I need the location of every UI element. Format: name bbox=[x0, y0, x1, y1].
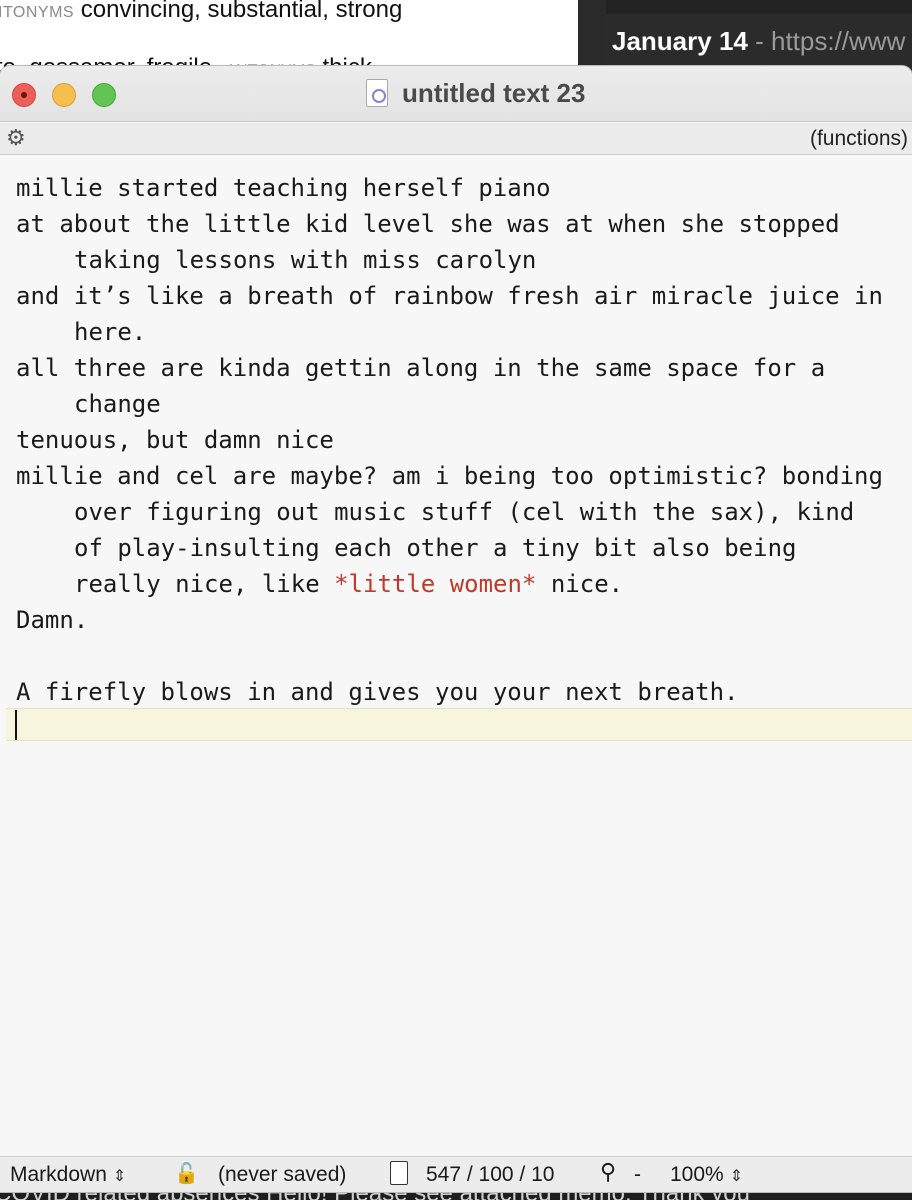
zoom-level-popup[interactable]: 100% ⇕ bbox=[670, 1163, 743, 1187]
minimize-button[interactable] bbox=[52, 83, 76, 107]
background-notes-window: January 14 - https://www bbox=[606, 0, 912, 70]
notes-entry[interactable]: January 14 - https://www bbox=[612, 26, 905, 57]
text-line: all three are kinda gettin along in the … bbox=[16, 354, 840, 418]
zoom-button[interactable] bbox=[92, 83, 116, 107]
text-line: millie and cel are maybe? am i being too… bbox=[16, 458, 896, 602]
text-line: and it’s like a breath of rainbow fresh … bbox=[16, 282, 898, 346]
zoom-out-button[interactable]: - bbox=[634, 1163, 641, 1187]
dictionary-line-1: ITONYMS convincing, substantial, strong bbox=[0, 0, 403, 23]
status-bar: Markdown ⇕ 🔓 (never saved) 547 / 100 / 10… bbox=[0, 1156, 912, 1192]
document-icon bbox=[390, 1161, 408, 1185]
syntax-mode-popup[interactable]: Markdown ⇕ bbox=[10, 1163, 126, 1187]
lock-icon[interactable]: 🔓 bbox=[174, 1161, 199, 1186]
title-bar[interactable]: untitled text 23 bbox=[0, 66, 912, 122]
chevron-updown-icon: ⇕ bbox=[112, 1168, 127, 1185]
magnifier-icon[interactable]: ⚲ bbox=[600, 1159, 616, 1185]
text-editor[interactable]: millie started teaching herself piano at… bbox=[0, 156, 912, 1154]
background-dictionary-window: ITONYMS convincing, substantial, strong … bbox=[0, 0, 578, 70]
functions-menu[interactable]: (functions) bbox=[810, 127, 908, 151]
text-line: Damn. bbox=[16, 606, 89, 634]
editor-toolbar: ⚙ (functions) bbox=[0, 123, 912, 155]
chevron-updown-icon: ⇕ bbox=[729, 1168, 744, 1185]
text-run: nice. bbox=[536, 570, 624, 598]
text-line: at about the little kid level she was at… bbox=[16, 210, 855, 274]
blank-line: ​ bbox=[16, 638, 896, 674]
text-line: tenuous, but damn nice bbox=[16, 426, 334, 454]
notes-top-strip bbox=[606, 0, 912, 14]
current-line-highlight bbox=[6, 708, 912, 741]
gear-icon[interactable]: ⚙ bbox=[6, 125, 26, 151]
document-counts[interactable]: 547 / 100 / 10 bbox=[426, 1163, 554, 1187]
document-text[interactable]: millie started teaching herself piano at… bbox=[16, 170, 896, 710]
close-button[interactable] bbox=[12, 83, 36, 107]
desktop-gap bbox=[578, 0, 606, 70]
text-line: A firefly blows in and gives you your ne… bbox=[16, 678, 739, 706]
text-line: millie started teaching herself piano bbox=[16, 174, 551, 202]
save-status: (never saved) bbox=[218, 1163, 347, 1186]
emphasis-run: *little women* bbox=[334, 570, 537, 598]
text-caret bbox=[15, 710, 17, 740]
document-proxy-icon[interactable] bbox=[366, 79, 388, 107]
window-title: untitled text 23 bbox=[402, 78, 586, 108]
editor-window: untitled text 23 ⚙ (functions) millie st… bbox=[0, 66, 912, 1192]
